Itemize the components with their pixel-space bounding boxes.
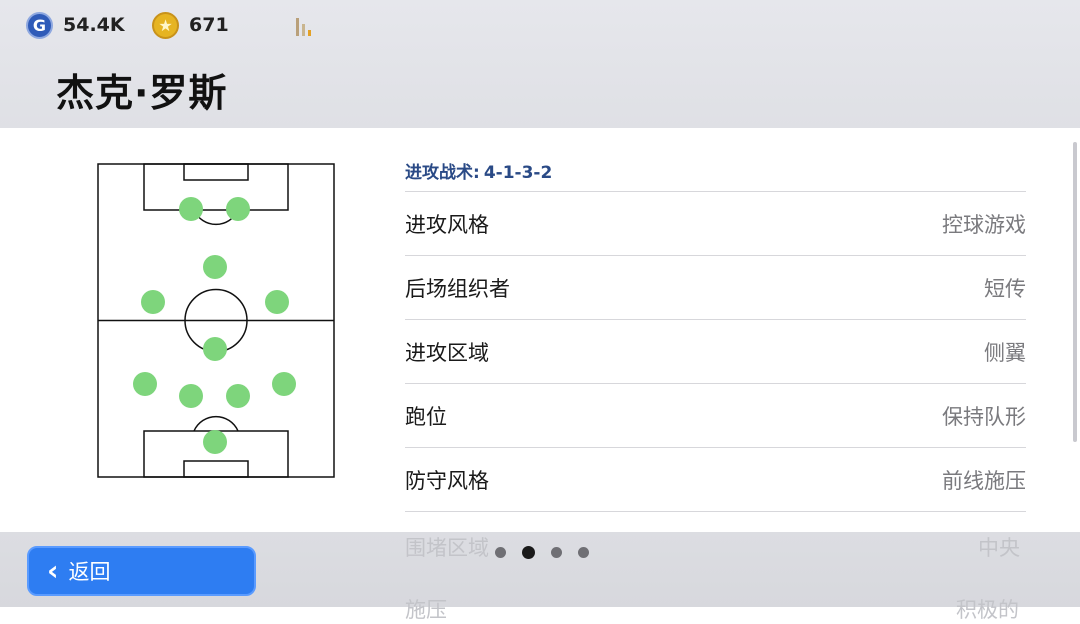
scrollbar[interactable] <box>1073 142 1077 442</box>
player-dot-centre-back-right <box>226 384 250 408</box>
player-dot-centre-back-left <box>179 384 203 408</box>
ghost-setting-value: 中央 <box>978 536 1020 560</box>
back-button[interactable]: ‹ 返回 <box>27 546 256 596</box>
top-goal-box <box>183 163 249 181</box>
setting-value: 侧翼 <box>984 340 1026 365</box>
ghost-next-value: 积极的 <box>956 598 1019 622</box>
setting-row-containment-area-top <box>405 511 1026 532</box>
player-dot-defensive-mid <box>203 337 227 361</box>
signal-icon <box>296 14 320 36</box>
ghost-setting-label: 围堵区域 <box>405 536 489 560</box>
bottom-penalty-arc <box>193 415 239 432</box>
setting-row-positioning[interactable]: 跑位 保持队形 <box>405 383 1026 447</box>
player-dot-left-mid <box>141 290 165 314</box>
page-dot[interactable] <box>578 546 589 558</box>
setting-label: 跑位 <box>405 404 447 429</box>
coin-amount: 671 <box>189 14 229 36</box>
setting-row-defensive-style[interactable]: 防守风格 前线施压 <box>405 447 1026 511</box>
formation-value: 4-1-3-2 <box>483 163 553 183</box>
back-button-label: 返回 <box>68 560 111 584</box>
setting-value: 前线施压 <box>942 468 1026 493</box>
page-indicator[interactable] <box>495 545 589 559</box>
page-dot[interactable] <box>495 546 506 558</box>
setting-row-attacking-area[interactable]: 进攻区域 侧翼 <box>405 319 1026 383</box>
page-title: 杰克·罗斯 <box>56 71 228 115</box>
g-currency-amount: 54.4K <box>63 14 125 36</box>
setting-label: 进攻区域 <box>405 340 489 365</box>
page-dot-active[interactable] <box>522 545 535 559</box>
coin-icon: ★ <box>152 11 179 39</box>
tactic-settings-list: 进攻风格 控球游戏 后场组织者 短传 进攻区域 侧翼 跑位 保持队形 防守风格 … <box>405 191 1026 532</box>
chevron-left-icon: ‹ <box>47 554 59 587</box>
g-currency: G 54.4K <box>26 10 125 40</box>
coin-currency: ★ 671 <box>152 10 229 40</box>
player-dot-right-back <box>272 372 296 396</box>
page-dot[interactable] <box>551 546 562 558</box>
top-penalty-box <box>143 163 289 211</box>
player-dot-forward-right <box>226 197 250 221</box>
attack-tactic-label: 进攻战术: <box>405 163 480 183</box>
player-dot-forward-left <box>179 197 203 221</box>
setting-value: 保持队形 <box>942 404 1026 429</box>
setting-label: 进攻风格 <box>405 212 489 237</box>
player-dot-right-mid <box>265 290 289 314</box>
bottom-goal-box <box>183 460 249 478</box>
setting-row-build-up[interactable]: 后场组织者 短传 <box>405 255 1026 319</box>
player-dot-attacking-mid <box>203 255 227 279</box>
g-currency-icon: G <box>26 11 53 39</box>
player-dot-left-back <box>133 372 157 396</box>
setting-row-attacking-style[interactable]: 进攻风格 控球游戏 <box>405 191 1026 255</box>
setting-label: 防守风格 <box>405 468 489 493</box>
setting-label: 后场组织者 <box>405 276 510 301</box>
setting-value: 控球游戏 <box>942 212 1026 237</box>
formation-pitch <box>97 163 335 478</box>
attack-tactic-header: 进攻战术: 4-1-3-2 <box>405 158 556 183</box>
player-dot-goalkeeper <box>203 430 227 454</box>
top-header: G 54.4K ★ 671 杰克·罗斯 <box>0 0 1080 128</box>
setting-value: 短传 <box>984 276 1026 301</box>
ghost-next-label: 施压 <box>405 598 447 622</box>
